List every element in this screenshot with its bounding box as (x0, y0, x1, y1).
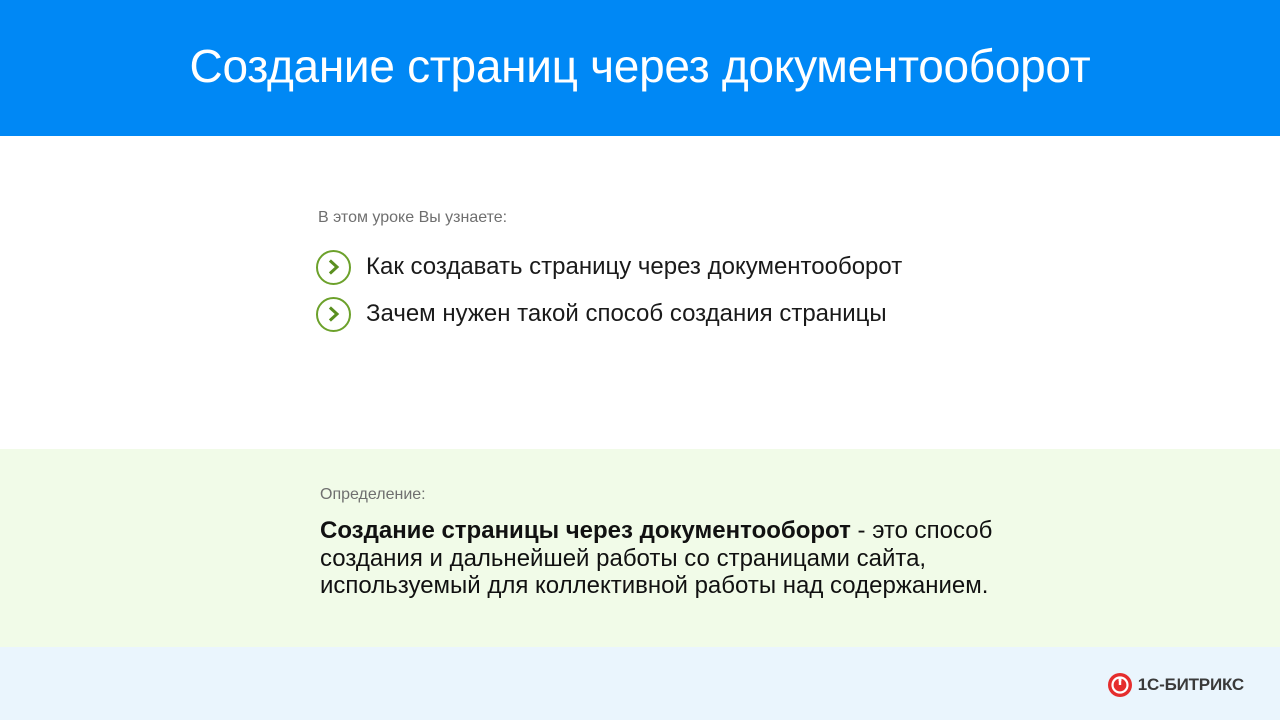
definition-section: Определение: Создание страницы через док… (0, 449, 1280, 647)
learning-objectives-section: В этом уроке Вы узнаете: Как создавать с… (0, 136, 1280, 449)
slide-footer: 1С-БИТРИКС (0, 647, 1280, 720)
slide-title: Создание страниц через документооборот (189, 40, 1091, 92)
chevron-right-circle-icon (316, 249, 351, 285)
learning-item: Зачем нужен такой способ создания страни… (316, 295, 887, 333)
slide-header: Создание страниц через документооборот (0, 0, 1280, 136)
learning-item-text: Зачем нужен такой способ создания страни… (366, 300, 887, 327)
learning-item-text: Как создавать страницу через документооб… (366, 253, 903, 280)
logo-text: 1С-БИТРИКС (1137, 675, 1244, 694)
bitrix-logo: 1С-БИТРИКС (1107, 672, 1244, 698)
definition-label: Определение: (320, 486, 426, 503)
definition-text: Создание страницы через документооборот … (320, 517, 1080, 600)
learning-item: Как создавать страницу через документооб… (316, 248, 902, 286)
chevron-right-circle-icon (316, 296, 351, 332)
bitrix-logo-icon (1107, 673, 1132, 697)
learning-intro: В этом уроке Вы узнаете: (318, 209, 508, 226)
definition-term: Создание страницы через документооборот (320, 517, 851, 544)
